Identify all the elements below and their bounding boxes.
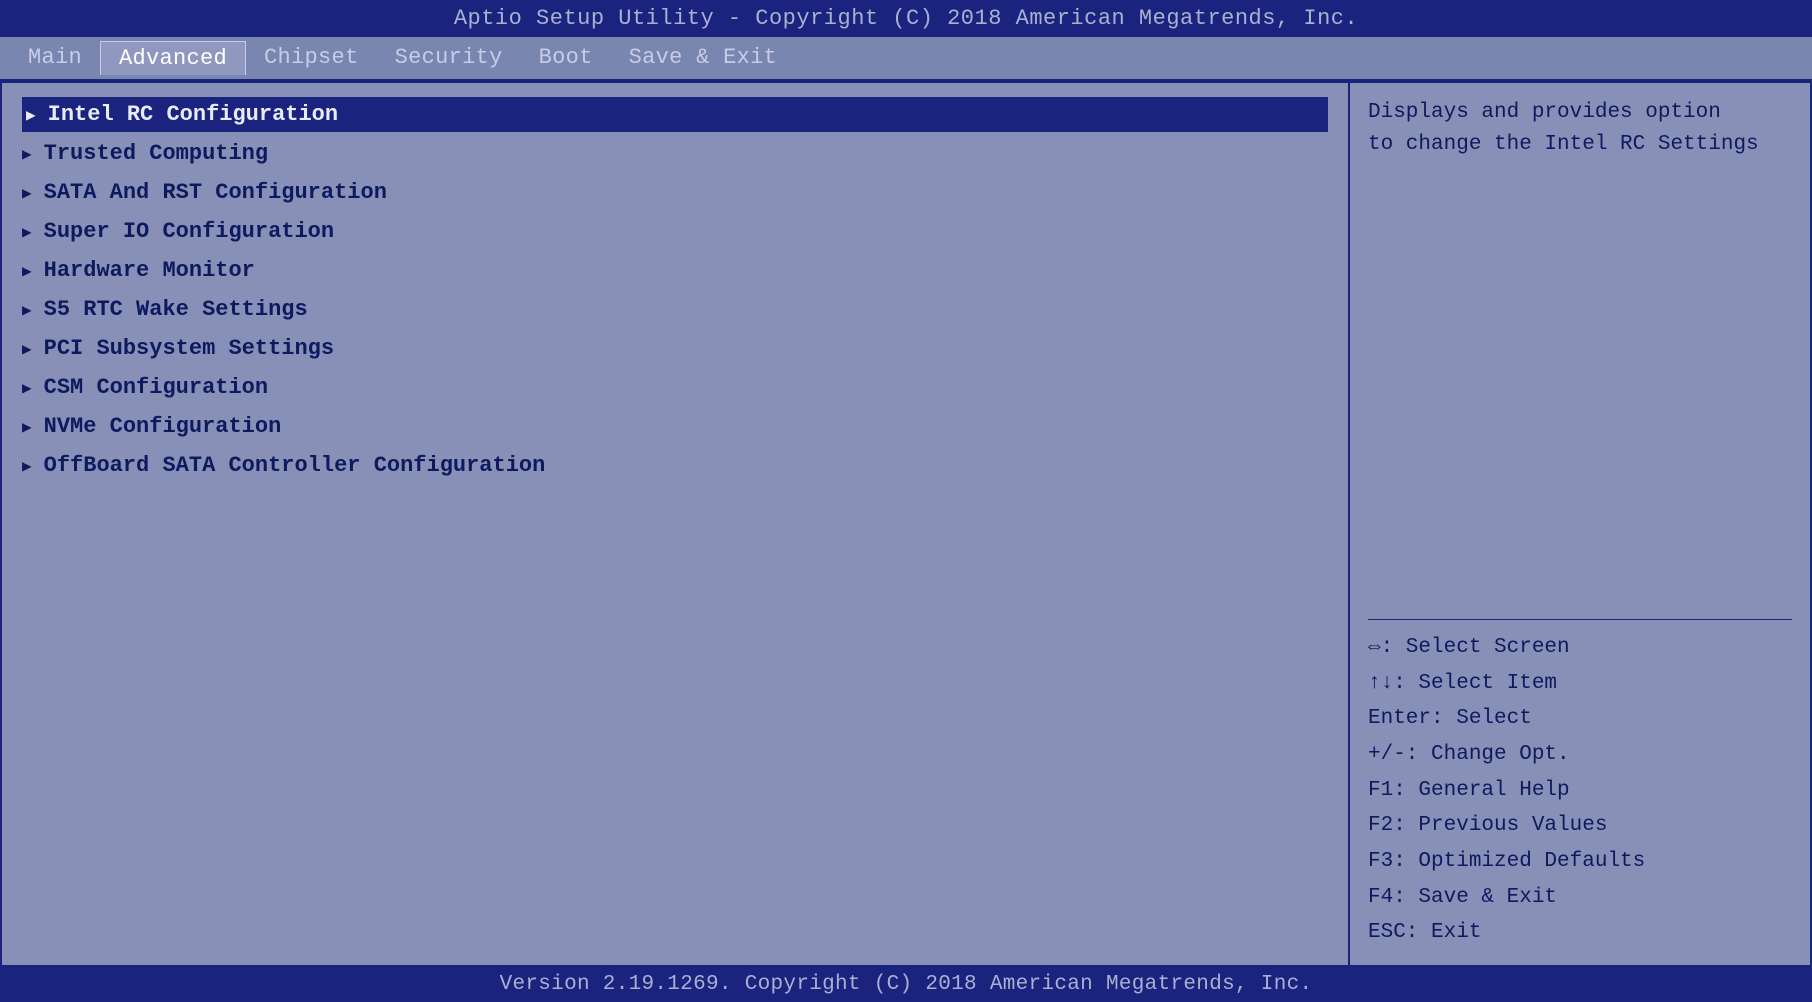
key-help-line-0: ⇔: Select Screen xyxy=(1368,630,1792,666)
divider xyxy=(1368,619,1792,620)
help-line-2: to change the Intel RC Settings xyxy=(1368,129,1792,161)
menu-item-6[interactable]: ▶ PCI Subsystem Settings xyxy=(22,331,1328,366)
nav-item-advanced[interactable]: Advanced xyxy=(100,41,246,75)
nav-item-boot[interactable]: Boot xyxy=(521,41,611,75)
menu-item-8[interactable]: ▶ NVMe Configuration xyxy=(22,409,1328,444)
footer: Version 2.19.1269. Copyright (C) 2018 Am… xyxy=(0,967,1812,1002)
nav-item-main[interactable]: Main xyxy=(10,41,100,75)
arrow-icon-2: ▶ xyxy=(22,183,32,203)
menu-item-5[interactable]: ▶ S5 RTC Wake Settings xyxy=(22,292,1328,327)
arrow-icon-9: ▶ xyxy=(22,456,32,476)
main-content: ▶ Intel RC Configuration ▶ Trusted Computin… xyxy=(0,81,1812,967)
title-bar: Aptio Setup Utility - Copyright (C) 2018… xyxy=(0,0,1812,37)
menu-item-7[interactable]: ▶ CSM Configuration xyxy=(22,370,1328,405)
nav-item-security[interactable]: Security xyxy=(377,41,521,75)
menu-item-9[interactable]: ▶ OffBoard SATA Controller Configuration xyxy=(22,448,1328,483)
key-help-line-2: Enter: Select xyxy=(1368,701,1792,737)
menu-item-3[interactable]: ▶ Super IO Configuration xyxy=(22,214,1328,249)
key-help-line-7: F4: Save & Exit xyxy=(1368,880,1792,916)
menu-item-1[interactable]: ▶ Trusted Computing xyxy=(22,136,1328,171)
title-text: Aptio Setup Utility - Copyright (C) 2018… xyxy=(454,6,1358,31)
arrow-icon-8: ▶ xyxy=(22,417,32,437)
nav-bar: MainAdvancedChipsetSecurityBootSave & Ex… xyxy=(0,37,1812,81)
key-help-line-8: ESC: Exit xyxy=(1368,915,1792,951)
menu-item-4[interactable]: ▶ Hardware Monitor xyxy=(22,253,1328,288)
menu-item-label-5: S5 RTC Wake Settings xyxy=(44,297,308,322)
menu-item-label-7: CSM Configuration xyxy=(44,375,268,400)
menu-item-label-6: PCI Subsystem Settings xyxy=(44,336,334,361)
arrow-icon-0: ▶ xyxy=(26,105,36,125)
menu-item-label-8: NVMe Configuration xyxy=(44,414,282,439)
menu-item-label-3: Super IO Configuration xyxy=(44,219,334,244)
left-panel: ▶ Intel RC Configuration ▶ Trusted Computin… xyxy=(2,83,1350,965)
key-help-line-1: ↑↓: Select Item xyxy=(1368,666,1792,702)
key-help-line-6: F3: Optimized Defaults xyxy=(1368,844,1792,880)
key-help: ⇔: Select Screen↑↓: Select ItemEnter: Se… xyxy=(1368,630,1792,951)
arrow-icon-3: ▶ xyxy=(22,222,32,242)
key-help-line-3: +/-: Change Opt. xyxy=(1368,737,1792,773)
key-help-line-4: F1: General Help xyxy=(1368,773,1792,809)
footer-text: Version 2.19.1269. Copyright (C) 2018 Am… xyxy=(500,973,1313,996)
help-text: Displays and provides optionto change th… xyxy=(1368,97,1792,609)
arrow-icon-5: ▶ xyxy=(22,300,32,320)
bios-screen: Aptio Setup Utility - Copyright (C) 2018… xyxy=(0,0,1812,1002)
help-line-1: Displays and provides option xyxy=(1368,97,1792,129)
nav-item-chipset[interactable]: Chipset xyxy=(246,41,377,75)
right-panel: Displays and provides optionto change th… xyxy=(1350,83,1810,965)
menu-item-label-2: SATA And RST Configuration xyxy=(44,180,387,205)
menu-item-label-4: Hardware Monitor xyxy=(44,258,255,283)
key-help-line-5: F2: Previous Values xyxy=(1368,808,1792,844)
menu-item-label-9: OffBoard SATA Controller Configuration xyxy=(44,453,546,478)
menu-item-2[interactable]: ▶ SATA And RST Configuration xyxy=(22,175,1328,210)
nav-item-save---exit[interactable]: Save & Exit xyxy=(611,41,796,75)
menu-item-label-1: Trusted Computing xyxy=(44,141,268,166)
arrow-icon-4: ▶ xyxy=(22,261,32,281)
arrow-icon-6: ▶ xyxy=(22,339,32,359)
arrow-icon-7: ▶ xyxy=(22,378,32,398)
menu-item-0[interactable]: ▶ Intel RC Configuration xyxy=(22,97,1328,132)
menu-item-label-0: Intel RC Configuration xyxy=(48,102,338,127)
arrow-icon-1: ▶ xyxy=(22,144,32,164)
